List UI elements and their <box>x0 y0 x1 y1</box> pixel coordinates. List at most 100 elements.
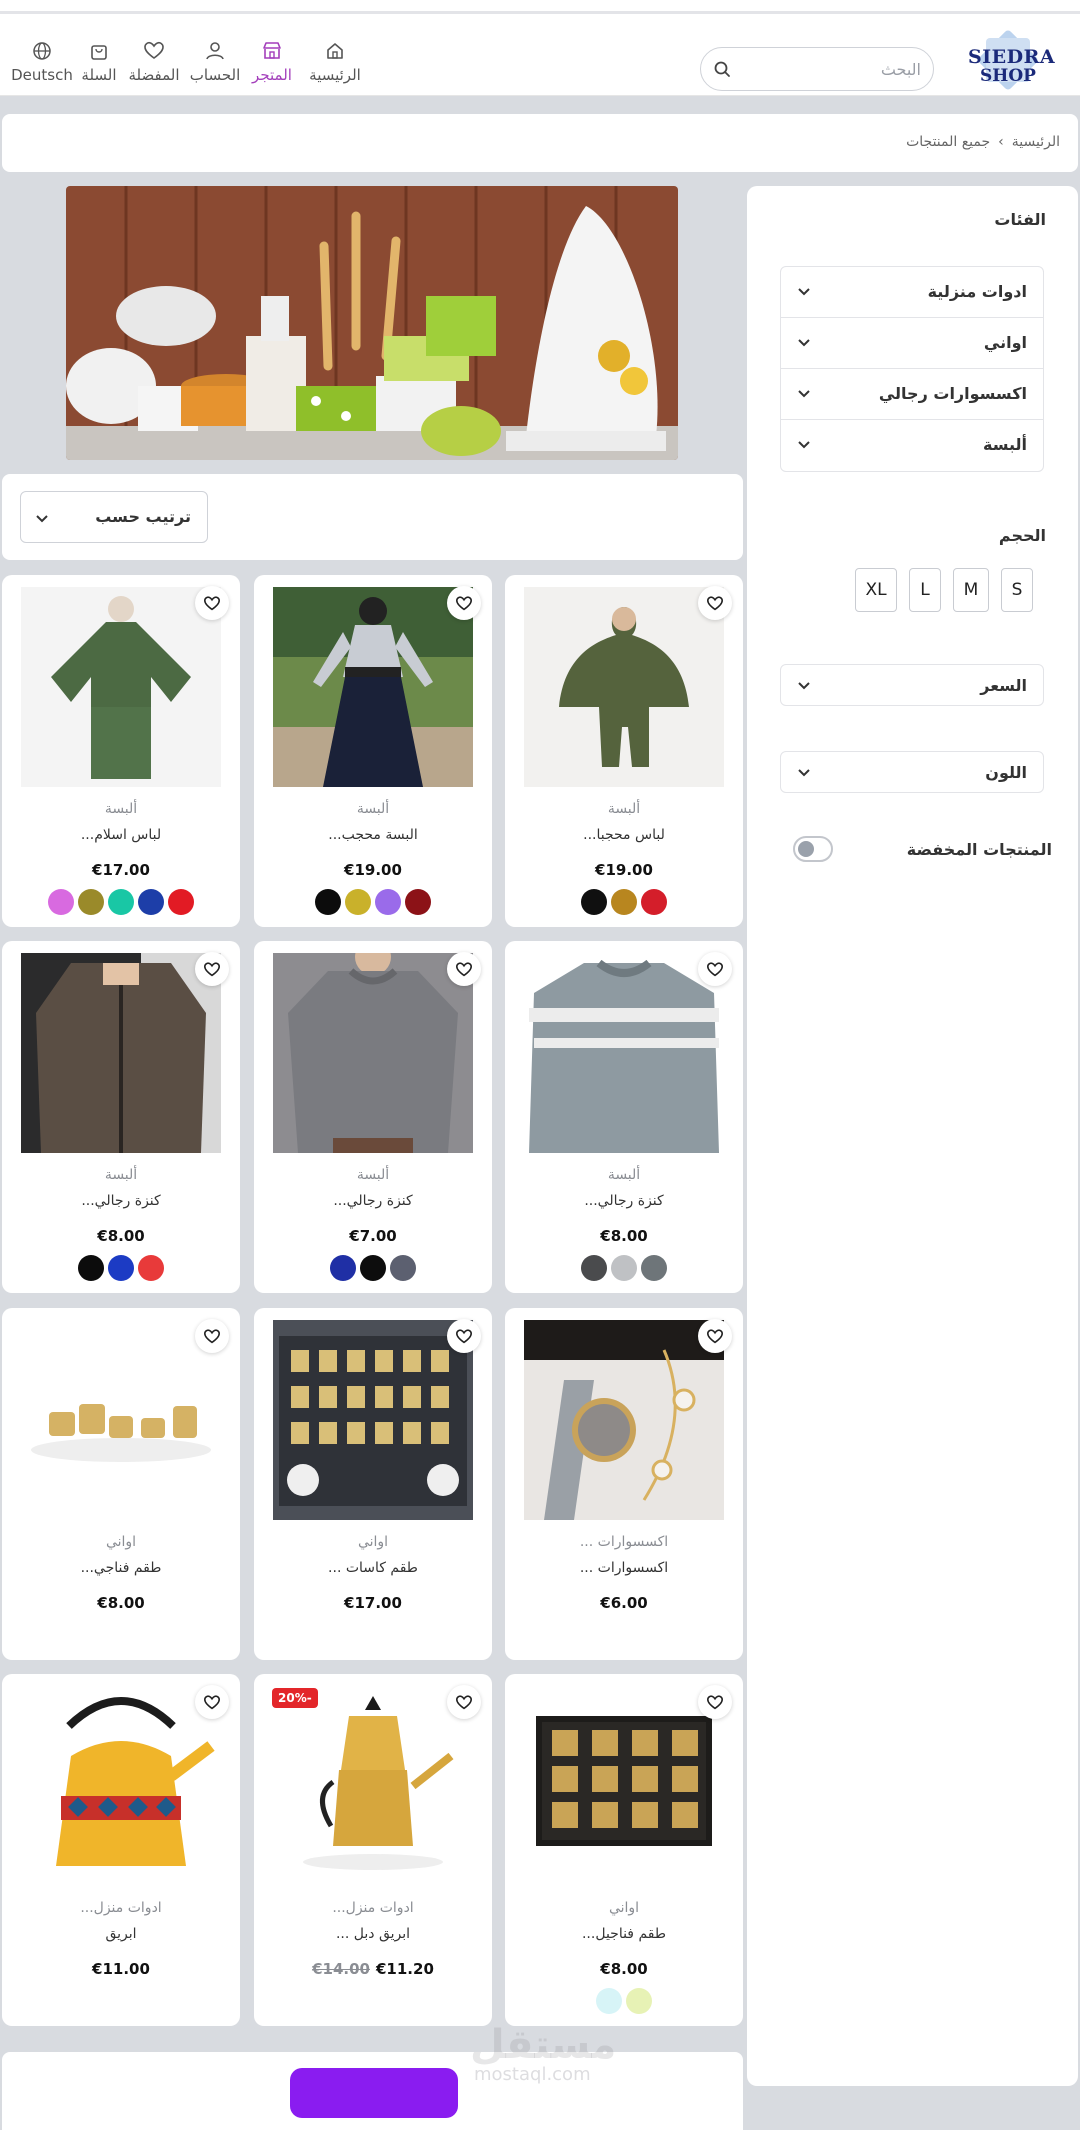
size-xl[interactable]: XL <box>855 568 897 612</box>
product-image[interactable] <box>524 1686 724 1886</box>
sale-products-toggle[interactable] <box>793 836 833 862</box>
color-swatch[interactable] <box>360 1255 386 1281</box>
nav-home[interactable]: الرئيسية <box>300 40 370 96</box>
product-image[interactable] <box>21 1686 221 1886</box>
color-swatch[interactable] <box>596 1988 622 2014</box>
category-men-accessories[interactable]: اكسسوارات رجالي <box>781 369 1043 420</box>
product-card[interactable]: ألبسة لباس محجبا... €19.00 <box>505 575 743 927</box>
color-swatch[interactable] <box>108 889 134 915</box>
color-swatch[interactable] <box>330 1255 356 1281</box>
search-icon <box>714 61 730 77</box>
color-swatch[interactable] <box>611 889 637 915</box>
product-image[interactable] <box>21 953 221 1153</box>
color-filter[interactable]: اللون <box>780 751 1044 793</box>
product-name[interactable]: لباس اسلام... <box>2 827 240 843</box>
favorite-button[interactable] <box>195 952 229 986</box>
sort-dropdown[interactable]: ترتيب حسب <box>20 491 208 543</box>
product-card[interactable]: ألبسة كنزة رجالي... €7.00 <box>254 941 492 1293</box>
product-card[interactable]: اكسسوارات ... اكسسوارات ... €6.00 <box>505 1308 743 1660</box>
product-name[interactable]: لباس محجبا... <box>505 827 743 843</box>
category-clothing[interactable]: ألبسة <box>781 420 1043 471</box>
product-name[interactable]: اكسسوارات ... <box>505 1560 743 1576</box>
logo[interactable]: SIEDRA SHOP <box>968 28 1055 92</box>
color-swatch[interactable] <box>168 889 194 915</box>
color-swatch[interactable] <box>78 889 104 915</box>
nav-home-label: الرئيسية <box>309 66 361 84</box>
color-swatch[interactable] <box>138 889 164 915</box>
product-card[interactable]: ألبسة كنزة رجالي... €8.00 <box>505 941 743 1293</box>
search-input[interactable] <box>741 54 921 84</box>
product-image[interactable] <box>524 953 724 1153</box>
product-image[interactable] <box>273 587 473 787</box>
chevron-down-icon <box>798 339 810 347</box>
product-image[interactable] <box>273 1686 473 1886</box>
favorite-button[interactable] <box>698 1685 732 1719</box>
product-card[interactable]: اواني طقم كاسات ... €17.00 <box>254 1308 492 1660</box>
size-m[interactable]: M <box>953 568 989 612</box>
nav-cart[interactable]: السلة <box>78 40 120 96</box>
product-image[interactable] <box>524 1320 724 1520</box>
favorite-button[interactable] <box>195 1685 229 1719</box>
color-swatch[interactable] <box>611 1255 637 1281</box>
favorite-button[interactable] <box>447 1685 481 1719</box>
product-image[interactable] <box>273 1320 473 1520</box>
search-box[interactable] <box>700 47 934 91</box>
color-swatch[interactable] <box>315 889 341 915</box>
color-swatch[interactable] <box>641 889 667 915</box>
favorite-button[interactable] <box>195 586 229 620</box>
product-card[interactable]: ألبسة البسة محجب... €19.00 <box>254 575 492 927</box>
breadcrumb-home[interactable]: الرئيسية <box>1012 134 1060 150</box>
color-swatch[interactable] <box>626 1988 652 2014</box>
product-card[interactable]: ادوات منزل... ابريق €11.00 <box>2 1674 240 2026</box>
product-name[interactable]: ابريق دبل ... <box>254 1926 492 1942</box>
size-s[interactable]: S <box>1001 568 1033 612</box>
chevron-down-icon <box>798 390 810 398</box>
color-swatch[interactable] <box>581 1255 607 1281</box>
product-card[interactable]: 20%- ادوات منزل... ابريق دبل ... €14.00 €11.… <box>254 1674 492 2026</box>
product-card[interactable]: ألبسة كنزة رجالي... €8.00 <box>2 941 240 1293</box>
product-card[interactable]: ألبسة لباس اسلام... €17.00 <box>2 575 240 927</box>
product-name[interactable]: كنزة رجالي... <box>254 1193 492 1209</box>
category-home-tools[interactable]: ادوات منزلية <box>781 267 1043 318</box>
favorite-button[interactable] <box>698 586 732 620</box>
product-image[interactable] <box>273 953 473 1153</box>
size-l[interactable]: L <box>909 568 941 612</box>
product-image[interactable] <box>21 1320 221 1520</box>
product-name[interactable]: البسة محجب... <box>254 827 492 843</box>
color-swatch[interactable] <box>405 889 431 915</box>
color-swatch[interactable] <box>375 889 401 915</box>
price-filter[interactable]: السعر <box>780 664 1044 706</box>
category-utensils[interactable]: اواني <box>781 318 1043 369</box>
favorite-button[interactable] <box>698 952 732 986</box>
favorite-button[interactable] <box>698 1319 732 1353</box>
nav-language[interactable]: Deutsch <box>10 40 74 96</box>
color-swatch[interactable] <box>108 1255 134 1281</box>
nav-favorites[interactable]: المفضلة <box>126 40 182 96</box>
product-card[interactable]: اواني طقم فناجي... €8.00 <box>2 1308 240 1660</box>
favorite-button[interactable] <box>447 586 481 620</box>
load-more-button[interactable] <box>290 2068 458 2118</box>
favorite-button[interactable] <box>195 1319 229 1353</box>
product-image[interactable] <box>21 587 221 787</box>
product-name[interactable]: طقم فناجيل... <box>505 1926 743 1942</box>
nav-account[interactable]: الحساب <box>186 40 244 96</box>
product-name[interactable]: كنزة رجالي... <box>505 1193 743 1209</box>
color-swatch[interactable] <box>345 889 371 915</box>
product-card[interactable]: اواني طقم فناجيل... €8.00 <box>505 1674 743 2026</box>
product-name[interactable]: ابريق <box>2 1926 240 1942</box>
color-swatch[interactable] <box>48 889 74 915</box>
favorite-button[interactable] <box>447 952 481 986</box>
color-swatch[interactable] <box>581 889 607 915</box>
product-name[interactable]: طقم كاسات ... <box>254 1560 492 1576</box>
product-price: €19.00 <box>344 861 402 879</box>
color-swatch[interactable] <box>78 1255 104 1281</box>
product-name[interactable]: كنزة رجالي... <box>2 1193 240 1209</box>
product-image[interactable] <box>524 587 724 787</box>
color-swatch[interactable] <box>138 1255 164 1281</box>
nav-store[interactable]: المتجر <box>246 40 298 96</box>
color-swatch[interactable] <box>641 1255 667 1281</box>
color-swatch[interactable] <box>390 1255 416 1281</box>
product-name[interactable]: طقم فناجي... <box>2 1560 240 1576</box>
favorite-button[interactable] <box>447 1319 481 1353</box>
heart-icon <box>455 1695 473 1710</box>
